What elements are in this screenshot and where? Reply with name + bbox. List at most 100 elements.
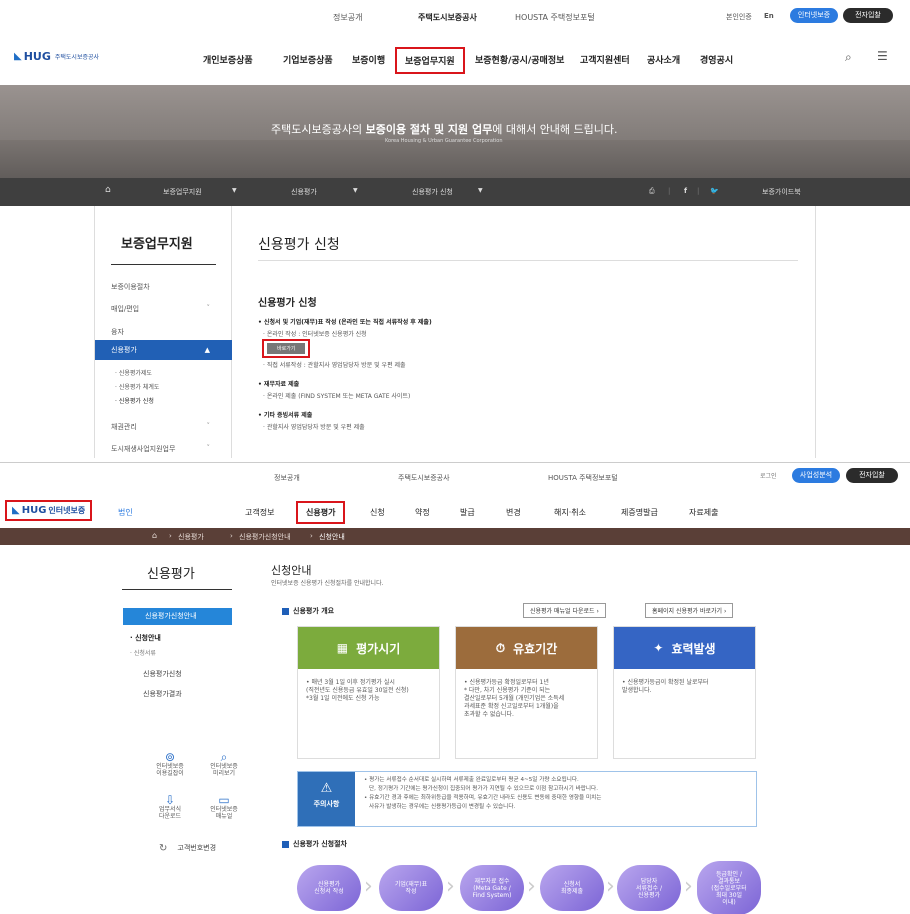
chevron-right-icon: ›: [364, 874, 373, 899]
util-link-hug[interactable]: 주택도시보증공사: [418, 12, 477, 23]
quick-forms[interactable]: ⇩ 업무서식 다운로드: [145, 794, 195, 820]
util-link-disclosure[interactable]: 정보공개: [333, 12, 362, 23]
quick-manual[interactable]: ▭ 인터넷보증 매뉴얼: [199, 794, 249, 820]
gnb-fulfillment[interactable]: 보증이행: [352, 53, 385, 66]
home-icon[interactable]: ⌂: [152, 531, 157, 540]
side-sub-docs[interactable]: · 신청서류: [130, 648, 156, 657]
e-bid-button[interactable]: 전자입찰: [843, 8, 893, 23]
bgnb-agreement[interactable]: 약정: [415, 507, 430, 518]
side-item-procedure[interactable]: 보증이용절차: [95, 282, 232, 292]
side-item-apply-guide-active[interactable]: 신용평가신청안내: [123, 608, 232, 625]
bgnb-apply[interactable]: 신청: [370, 507, 385, 518]
gnb-status[interactable]: 보증현황/공시/공매정보: [475, 53, 564, 66]
twitter-icon[interactable]: 🐦: [710, 187, 719, 195]
step-3-detail: · 관할지사 영업담당자 방문 및 우편 제출: [263, 424, 365, 431]
bgnb-certificate[interactable]: 제증명발급: [621, 507, 658, 518]
crumb-1[interactable]: 신용평가: [178, 532, 204, 542]
crumb-sep: ›: [169, 532, 172, 540]
side-sub-system[interactable]: · 신용평가제도: [95, 368, 232, 377]
crumb-3[interactable]: 신용평가 신청: [412, 187, 453, 197]
gnb-customer[interactable]: 고객지원센터: [580, 53, 630, 66]
location-pin-icon: ⊚: [164, 750, 176, 764]
side-item-purchase[interactable]: 매입/편입 ˅: [95, 304, 232, 314]
card-effect-header: ✦ 효력발생: [614, 627, 755, 669]
manual-download-button[interactable]: 신용평가 매뉴얼 다운로드 ›: [523, 603, 606, 618]
logo-mark-text: HUG: [21, 505, 47, 516]
card-period-header: ▦ 평가시기: [298, 627, 439, 669]
change-customer-number[interactable]: ↻ 고객번호변경: [159, 843, 216, 854]
bgnb-change[interactable]: 변경: [506, 507, 521, 518]
bgnb-submit[interactable]: 자료제출: [689, 507, 718, 518]
page-desc: 인터넷보증 신용평가 신청절차를 안내합니다.: [271, 580, 384, 587]
hug-main-site-screenshot: 정보공개 주택도시보증공사 HOUSTA 주택정보포털 본인인증 En 인터넷보…: [0, 0, 910, 458]
step-circle-5: 담당자 서류접수 / 신용평가: [617, 865, 681, 911]
util-link-housta[interactable]: HOUSTA 주택정보포털: [515, 12, 595, 23]
notice-line: • 평가는 서류접수 순서대로 실시하며 서류제출 완료일로부터 평균 4~5일…: [364, 777, 579, 783]
crumb-dropdown-icon[interactable]: ▼: [478, 187, 483, 194]
side-item-loan[interactable]: 융자: [95, 327, 232, 337]
gnb-support[interactable]: 보증업무지원: [395, 47, 465, 74]
side-item-urban[interactable]: 도시재생사업지원업무 ˅: [95, 444, 232, 454]
gnb-about[interactable]: 공사소개: [647, 53, 680, 66]
notice-line: 단, 정기평가 기간에는 평가신청이 집중되어 평가가 지연될 수 있으므로 이…: [369, 786, 598, 792]
section-overview-label: 신용평가 개요: [293, 607, 335, 615]
logo-mark-icon: ◣: [14, 51, 22, 62]
bgnb-credit[interactable]: 신용평가: [296, 501, 346, 524]
print-icon[interactable]: ⎙: [649, 187, 655, 196]
util-link-housta[interactable]: HOUSTA 주택정보포털: [548, 473, 618, 483]
chevron-right-icon: ›: [606, 874, 615, 899]
card-body: • 신용평가등급이 확정된 날로부터 발생합니다.: [622, 679, 709, 694]
business-analysis-button[interactable]: 사업성분석: [792, 468, 840, 483]
side-sub-guide[interactable]: · 신청안내: [130, 633, 161, 643]
home-icon[interactable]: ⌂: [105, 185, 111, 195]
crumb-dropdown-icon[interactable]: ▼: [353, 187, 358, 194]
quick-guide[interactable]: ⊚ 인터넷보증 이용길잡이: [145, 750, 195, 777]
divider: |: [697, 187, 700, 195]
search-icon[interactable]: ⌕: [845, 50, 852, 65]
gnb-corporate[interactable]: 기업보증상품: [283, 53, 333, 66]
e-bid-button[interactable]: 전자입찰: [846, 468, 898, 483]
menu-icon[interactable]: ☰: [877, 49, 888, 63]
quick-preview-label: 인터넷보증 미리보기: [210, 763, 238, 777]
facebook-icon[interactable]: f: [684, 187, 687, 195]
homepage-credit-button[interactable]: 홈페이지 신용평가 바로가기 ›: [645, 603, 734, 618]
bgnb-cancel[interactable]: 해지·취소: [554, 507, 586, 518]
side-item-credit-active[interactable]: 신용평가 ▲: [95, 340, 232, 360]
util-link-hug[interactable]: 주택도시보증공사: [398, 473, 450, 483]
hug-internet-logo[interactable]: ◣ HUG 인터넷보증: [5, 500, 93, 521]
crumb-2[interactable]: 신용평가: [291, 187, 317, 197]
side-item-label: 매입/편입: [111, 305, 140, 313]
internet-guarantee-button[interactable]: 인터넷보증: [790, 8, 838, 23]
guidebook-link[interactable]: 보증가이드북: [762, 187, 801, 197]
crumb-2[interactable]: 신용평가신청안내: [239, 532, 291, 542]
section-overview-title: 신용평가 개요: [282, 606, 334, 616]
gnb-management[interactable]: 경영공시: [700, 53, 733, 66]
bgnb-customer[interactable]: 고객정보: [245, 507, 274, 518]
section-procedure-label: 신용평가 신청절차: [293, 840, 347, 848]
step-3: • 기타 증빙서류 제출: [258, 412, 313, 419]
crumb-sep: ›: [230, 532, 233, 540]
crumb-3[interactable]: 신청안내: [319, 532, 345, 542]
side-item-bond[interactable]: 채권관리 ˅: [95, 422, 232, 432]
page-title: 신용평가 신청: [258, 237, 340, 253]
lang-en-link[interactable]: En: [764, 12, 774, 20]
hug-logo[interactable]: ◣ HUG 주택도시보증공사: [14, 50, 99, 63]
crumb-1[interactable]: 보증업무지원: [163, 187, 202, 197]
shortcut-button[interactable]: 바로가기: [267, 343, 306, 354]
side-item-result[interactable]: 신용평가결과: [143, 689, 182, 699]
crumb-dropdown-icon[interactable]: ▼: [232, 187, 237, 194]
step-1-offline: · 직접 서류작성 : 관할지사 영업담당자 방문 및 우편 제출: [263, 362, 406, 369]
util-link-auth[interactable]: 본인인증: [726, 12, 752, 22]
side-item-apply[interactable]: 신용평가신청: [143, 669, 182, 679]
util-link-disclosure[interactable]: 정보공개: [274, 473, 300, 483]
side-sub-apply[interactable]: · 신용평가 신청: [95, 396, 232, 405]
section-title: 신용평가 신청: [258, 298, 317, 309]
side-sub-chart[interactable]: · 신용평가 체계도: [95, 382, 232, 391]
bgnb-issue[interactable]: 발급: [460, 507, 475, 518]
quick-preview[interactable]: ⌕ 인터넷보증 미리보기: [199, 751, 249, 777]
location-bar: ⌂ 보증업무지원 ▼ 신용평가 ▼ 신용평가 신청 ▼ ⎙ | f | 🐦 보증…: [0, 178, 910, 206]
gnb-personal[interactable]: 개인보증상품: [203, 53, 253, 66]
notice-line: • 유효기간 경과 후에는 최하위등급을 적용하며, 유효기간 내라도 신용도 …: [364, 795, 602, 801]
logo-text: 주택도시보증공사: [54, 54, 100, 61]
login-link[interactable]: 로그인: [760, 471, 777, 480]
